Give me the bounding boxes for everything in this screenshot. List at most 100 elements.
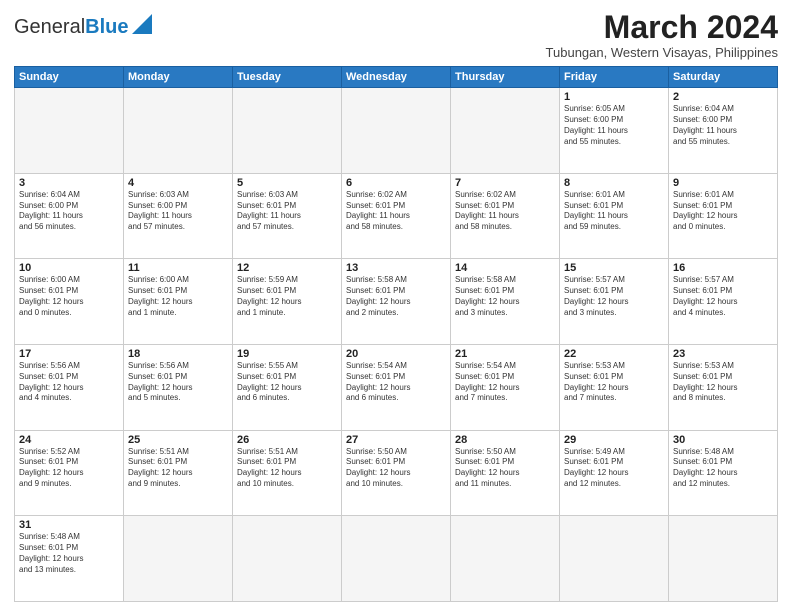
day-info: Sunrise: 6:00 AM Sunset: 6:01 PM Dayligh… <box>19 275 119 318</box>
day-number: 25 <box>128 434 228 446</box>
day-info: Sunrise: 6:01 AM Sunset: 6:01 PM Dayligh… <box>564 190 664 233</box>
day-number: 19 <box>237 348 337 360</box>
day-number: 1 <box>564 91 664 103</box>
calendar-cell: 16Sunrise: 5:57 AM Sunset: 6:01 PM Dayli… <box>669 259 778 345</box>
weekday-header-row: SundayMondayTuesdayWednesdayThursdayFrid… <box>15 67 778 88</box>
calendar-cell: 28Sunrise: 5:50 AM Sunset: 6:01 PM Dayli… <box>451 430 560 516</box>
calendar-cell <box>342 88 451 174</box>
day-number: 22 <box>564 348 664 360</box>
day-number: 7 <box>455 177 555 189</box>
weekday-header-saturday: Saturday <box>669 67 778 88</box>
logo-text: GeneralBlue <box>14 17 129 37</box>
day-number: 21 <box>455 348 555 360</box>
day-number: 13 <box>346 262 446 274</box>
calendar-cell: 9Sunrise: 6:01 AM Sunset: 6:01 PM Daylig… <box>669 173 778 259</box>
calendar-cell <box>233 516 342 602</box>
day-info: Sunrise: 5:50 AM Sunset: 6:01 PM Dayligh… <box>455 447 555 490</box>
day-number: 5 <box>237 177 337 189</box>
day-number: 9 <box>673 177 773 189</box>
day-info: Sunrise: 5:48 AM Sunset: 6:01 PM Dayligh… <box>673 447 773 490</box>
day-info: Sunrise: 5:54 AM Sunset: 6:01 PM Dayligh… <box>346 361 446 404</box>
day-number: 6 <box>346 177 446 189</box>
calendar-cell: 5Sunrise: 6:03 AM Sunset: 6:01 PM Daylig… <box>233 173 342 259</box>
calendar-cell: 3Sunrise: 6:04 AM Sunset: 6:00 PM Daylig… <box>15 173 124 259</box>
day-number: 15 <box>564 262 664 274</box>
weekday-header-friday: Friday <box>560 67 669 88</box>
day-info: Sunrise: 5:56 AM Sunset: 6:01 PM Dayligh… <box>19 361 119 404</box>
calendar-cell: 25Sunrise: 5:51 AM Sunset: 6:01 PM Dayli… <box>124 430 233 516</box>
day-info: Sunrise: 5:55 AM Sunset: 6:01 PM Dayligh… <box>237 361 337 404</box>
calendar-week-row: 1Sunrise: 6:05 AM Sunset: 6:00 PM Daylig… <box>15 88 778 174</box>
calendar-cell <box>124 88 233 174</box>
calendar-cell: 8Sunrise: 6:01 AM Sunset: 6:01 PM Daylig… <box>560 173 669 259</box>
day-number: 2 <box>673 91 773 103</box>
calendar-cell: 7Sunrise: 6:02 AM Sunset: 6:01 PM Daylig… <box>451 173 560 259</box>
calendar-cell: 15Sunrise: 5:57 AM Sunset: 6:01 PM Dayli… <box>560 259 669 345</box>
calendar-cell <box>342 516 451 602</box>
day-info: Sunrise: 5:56 AM Sunset: 6:01 PM Dayligh… <box>128 361 228 404</box>
day-info: Sunrise: 5:51 AM Sunset: 6:01 PM Dayligh… <box>128 447 228 490</box>
month-year-title: March 2024 <box>546 10 778 45</box>
day-info: Sunrise: 5:57 AM Sunset: 6:01 PM Dayligh… <box>673 275 773 318</box>
day-info: Sunrise: 6:00 AM Sunset: 6:01 PM Dayligh… <box>128 275 228 318</box>
calendar-cell: 18Sunrise: 5:56 AM Sunset: 6:01 PM Dayli… <box>124 345 233 431</box>
logo: GeneralBlue <box>14 14 152 39</box>
calendar-cell: 21Sunrise: 5:54 AM Sunset: 6:01 PM Dayli… <box>451 345 560 431</box>
weekday-header-thursday: Thursday <box>451 67 560 88</box>
calendar-cell: 4Sunrise: 6:03 AM Sunset: 6:00 PM Daylig… <box>124 173 233 259</box>
day-number: 14 <box>455 262 555 274</box>
calendar-cell <box>451 88 560 174</box>
calendar-cell <box>560 516 669 602</box>
calendar-cell: 20Sunrise: 5:54 AM Sunset: 6:01 PM Dayli… <box>342 345 451 431</box>
day-number: 8 <box>564 177 664 189</box>
day-info: Sunrise: 5:59 AM Sunset: 6:01 PM Dayligh… <box>237 275 337 318</box>
day-info: Sunrise: 5:53 AM Sunset: 6:01 PM Dayligh… <box>564 361 664 404</box>
calendar-cell <box>451 516 560 602</box>
day-number: 27 <box>346 434 446 446</box>
day-number: 23 <box>673 348 773 360</box>
logo-triangle-icon <box>132 14 152 39</box>
calendar-cell: 30Sunrise: 5:48 AM Sunset: 6:01 PM Dayli… <box>669 430 778 516</box>
day-number: 30 <box>673 434 773 446</box>
day-number: 11 <box>128 262 228 274</box>
day-info: Sunrise: 5:48 AM Sunset: 6:01 PM Dayligh… <box>19 532 119 575</box>
calendar-week-row: 10Sunrise: 6:00 AM Sunset: 6:01 PM Dayli… <box>15 259 778 345</box>
day-info: Sunrise: 6:03 AM Sunset: 6:01 PM Dayligh… <box>237 190 337 233</box>
calendar-cell <box>124 516 233 602</box>
weekday-header-monday: Monday <box>124 67 233 88</box>
day-info: Sunrise: 5:58 AM Sunset: 6:01 PM Dayligh… <box>455 275 555 318</box>
calendar-cell: 24Sunrise: 5:52 AM Sunset: 6:01 PM Dayli… <box>15 430 124 516</box>
day-info: Sunrise: 5:51 AM Sunset: 6:01 PM Dayligh… <box>237 447 337 490</box>
calendar-cell: 22Sunrise: 5:53 AM Sunset: 6:01 PM Dayli… <box>560 345 669 431</box>
calendar-cell: 23Sunrise: 5:53 AM Sunset: 6:01 PM Dayli… <box>669 345 778 431</box>
page: GeneralBlue March 2024 Tubungan, Western… <box>0 0 792 612</box>
calendar-cell: 26Sunrise: 5:51 AM Sunset: 6:01 PM Dayli… <box>233 430 342 516</box>
day-number: 3 <box>19 177 119 189</box>
day-info: Sunrise: 6:03 AM Sunset: 6:00 PM Dayligh… <box>128 190 228 233</box>
day-number: 12 <box>237 262 337 274</box>
calendar-cell: 19Sunrise: 5:55 AM Sunset: 6:01 PM Dayli… <box>233 345 342 431</box>
location-subtitle: Tubungan, Western Visayas, Philippines <box>546 45 778 60</box>
calendar-week-row: 24Sunrise: 5:52 AM Sunset: 6:01 PM Dayli… <box>15 430 778 516</box>
calendar-cell <box>15 88 124 174</box>
day-info: Sunrise: 5:53 AM Sunset: 6:01 PM Dayligh… <box>673 361 773 404</box>
day-number: 31 <box>19 519 119 531</box>
calendar-cell <box>233 88 342 174</box>
weekday-header-wednesday: Wednesday <box>342 67 451 88</box>
day-number: 4 <box>128 177 228 189</box>
day-number: 17 <box>19 348 119 360</box>
day-info: Sunrise: 5:49 AM Sunset: 6:01 PM Dayligh… <box>564 447 664 490</box>
calendar-cell: 1Sunrise: 6:05 AM Sunset: 6:00 PM Daylig… <box>560 88 669 174</box>
day-number: 16 <box>673 262 773 274</box>
calendar-week-row: 17Sunrise: 5:56 AM Sunset: 6:01 PM Dayli… <box>15 345 778 431</box>
day-info: Sunrise: 5:57 AM Sunset: 6:01 PM Dayligh… <box>564 275 664 318</box>
calendar-cell: 14Sunrise: 5:58 AM Sunset: 6:01 PM Dayli… <box>451 259 560 345</box>
calendar-week-row: 3Sunrise: 6:04 AM Sunset: 6:00 PM Daylig… <box>15 173 778 259</box>
weekday-header-sunday: Sunday <box>15 67 124 88</box>
calendar-cell: 6Sunrise: 6:02 AM Sunset: 6:01 PM Daylig… <box>342 173 451 259</box>
calendar-cell: 29Sunrise: 5:49 AM Sunset: 6:01 PM Dayli… <box>560 430 669 516</box>
day-info: Sunrise: 5:54 AM Sunset: 6:01 PM Dayligh… <box>455 361 555 404</box>
day-info: Sunrise: 6:04 AM Sunset: 6:00 PM Dayligh… <box>19 190 119 233</box>
day-info: Sunrise: 6:01 AM Sunset: 6:01 PM Dayligh… <box>673 190 773 233</box>
day-info: Sunrise: 5:50 AM Sunset: 6:01 PM Dayligh… <box>346 447 446 490</box>
